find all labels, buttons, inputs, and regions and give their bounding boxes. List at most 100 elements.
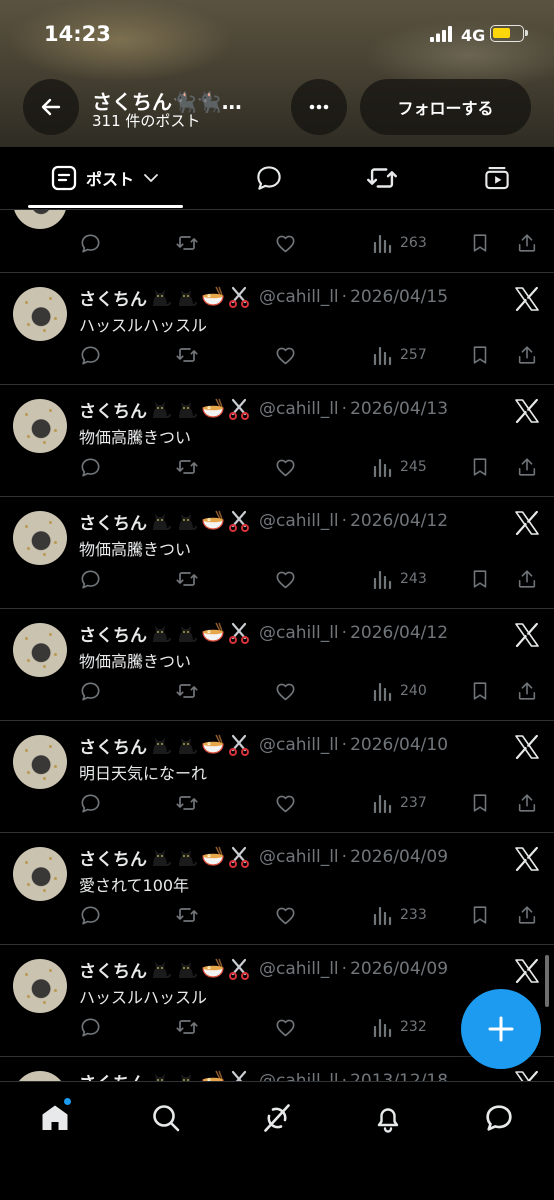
tab-posts[interactable]: ポスト [30,147,180,209]
reply-button[interactable] [79,231,102,255]
author-name[interactable]: さくちん [79,845,147,870]
bookmark-button[interactable] [469,343,491,367]
author-name[interactable]: さくちん [79,733,147,758]
post-date[interactable]: 2026/04/09 [350,959,448,979]
avatar[interactable] [13,511,67,565]
tab-reposts[interactable] [362,147,402,209]
bookmark-button[interactable] [469,567,491,591]
like-button[interactable] [274,903,297,927]
bookmark-button[interactable] [469,231,491,255]
like-button[interactable] [274,567,297,591]
reply-button[interactable] [79,903,102,927]
post-feed[interactable]: 263 さくちん @cahill_ll · 2026/04/15 ハッスルハッス… [0,210,554,1081]
post-date[interactable]: 2026/04/09 [350,847,448,867]
post-1[interactable]: さくちん @cahill_ll · 2026/04/15 ハッスルハッスル 25… [0,273,554,385]
views-button[interactable]: 240 [372,679,427,703]
nav-notifications[interactable] [368,1100,408,1136]
bookmark-button[interactable] [469,903,491,927]
author-name[interactable]: さくちん [79,509,147,534]
reply-button[interactable] [79,679,102,703]
views-button[interactable]: 232 [372,1015,427,1039]
avatar[interactable] [13,959,67,1013]
views-button[interactable]: 237 [372,791,427,815]
avatar[interactable] [13,847,67,901]
share-button[interactable] [516,567,538,591]
scrollbar[interactable] [545,955,549,1007]
like-button[interactable] [274,455,297,479]
reply-button[interactable] [79,567,102,591]
reply-button[interactable] [79,1015,102,1039]
follow-button[interactable]: フォローする [360,79,531,135]
share-icon [518,458,536,476]
views-button[interactable]: 233 [372,903,427,927]
repost-button[interactable] [175,231,199,255]
author-name[interactable]: さくちん [79,285,147,310]
share-button[interactable] [516,679,538,703]
repost-button[interactable] [175,455,199,479]
repost-button[interactable] [175,791,199,815]
back-button[interactable] [23,79,79,135]
like-button[interactable] [274,343,297,367]
bookmark-button[interactable] [469,791,491,815]
avatar[interactable] [13,735,67,789]
avatar[interactable] [13,623,67,677]
nav-grok[interactable] [257,1100,297,1136]
views-button[interactable]: 243 [372,567,427,591]
reply-button[interactable] [79,791,102,815]
avatar[interactable] [13,210,67,229]
repost-button[interactable] [175,679,199,703]
views-button[interactable]: 257 [372,343,427,367]
avatar[interactable] [13,1071,67,1081]
like-button[interactable] [274,679,297,703]
share-button[interactable] [516,791,538,815]
post-3[interactable]: さくちん @cahill_ll · 2026/04/12 物価高騰きつい 243 [0,497,554,609]
share-button[interactable] [516,343,538,367]
share-button[interactable] [516,231,538,255]
bookmark-button[interactable] [469,679,491,703]
bookmark-button[interactable] [469,455,491,479]
compose-button[interactable] [461,989,541,1069]
author-name[interactable]: さくちん [79,397,147,422]
post-header: さくちん [79,1069,448,1081]
author-name[interactable]: さくちん [79,621,147,646]
post-date[interactable]: 2026/04/15 [350,287,448,307]
repost-button[interactable] [175,343,199,367]
reply-button[interactable] [79,455,102,479]
nav-search[interactable] [146,1100,186,1136]
views-button[interactable]: 245 [372,455,427,479]
like-button[interactable] [274,231,297,255]
share-button[interactable] [516,455,538,479]
post-8[interactable]: さくちん [0,1057,554,1081]
reply-icon [81,234,100,252]
avatar[interactable] [13,399,67,453]
post-text: 物価高騰きつい [79,652,192,671]
repost-button[interactable] [175,1015,199,1039]
post-4[interactable]: さくちん @cahill_ll · 2026/04/12 物価高騰きつい 240 [0,609,554,721]
post-date[interactable]: 2026/04/12 [350,623,448,643]
post-5[interactable]: さくちん @cahill_ll · 2026/04/10 明日天気になーれ 23… [0,721,554,833]
post-6[interactable]: さくちん @cahill_ll · 2026/04/09 愛されて100年 23… [0,833,554,945]
like-button[interactable] [274,791,297,815]
share-button[interactable] [516,903,538,927]
avatar[interactable] [13,287,67,341]
more-button[interactable] [291,79,347,135]
post-date[interactable]: 2026/04/13 [350,399,448,419]
like-button[interactable] [274,1015,297,1039]
tab-media[interactable] [477,147,517,209]
author-name[interactable]: さくちん [79,1069,147,1082]
post-date[interactable]: 2026/04/10 [350,735,448,755]
nav-home[interactable] [35,1100,75,1136]
post-date[interactable]: 2026/04/12 [350,511,448,531]
post-partial[interactable]: 263 [0,210,554,273]
repost-button[interactable] [175,903,199,927]
black-cat-icon [179,962,197,978]
views-button[interactable]: 263 [372,231,427,255]
post-2[interactable]: さくちん @cahill_ll · 2026/04/13 物価高騰きつい 245 [0,385,554,497]
reply-button[interactable] [79,343,102,367]
author-name[interactable]: さくちん [79,957,147,982]
post-date[interactable]: 2013/12/18 [350,1071,448,1081]
views-count: 257 [400,347,427,363]
tab-replies[interactable] [249,147,289,209]
repost-button[interactable] [175,567,199,591]
nav-messages[interactable] [479,1100,519,1136]
